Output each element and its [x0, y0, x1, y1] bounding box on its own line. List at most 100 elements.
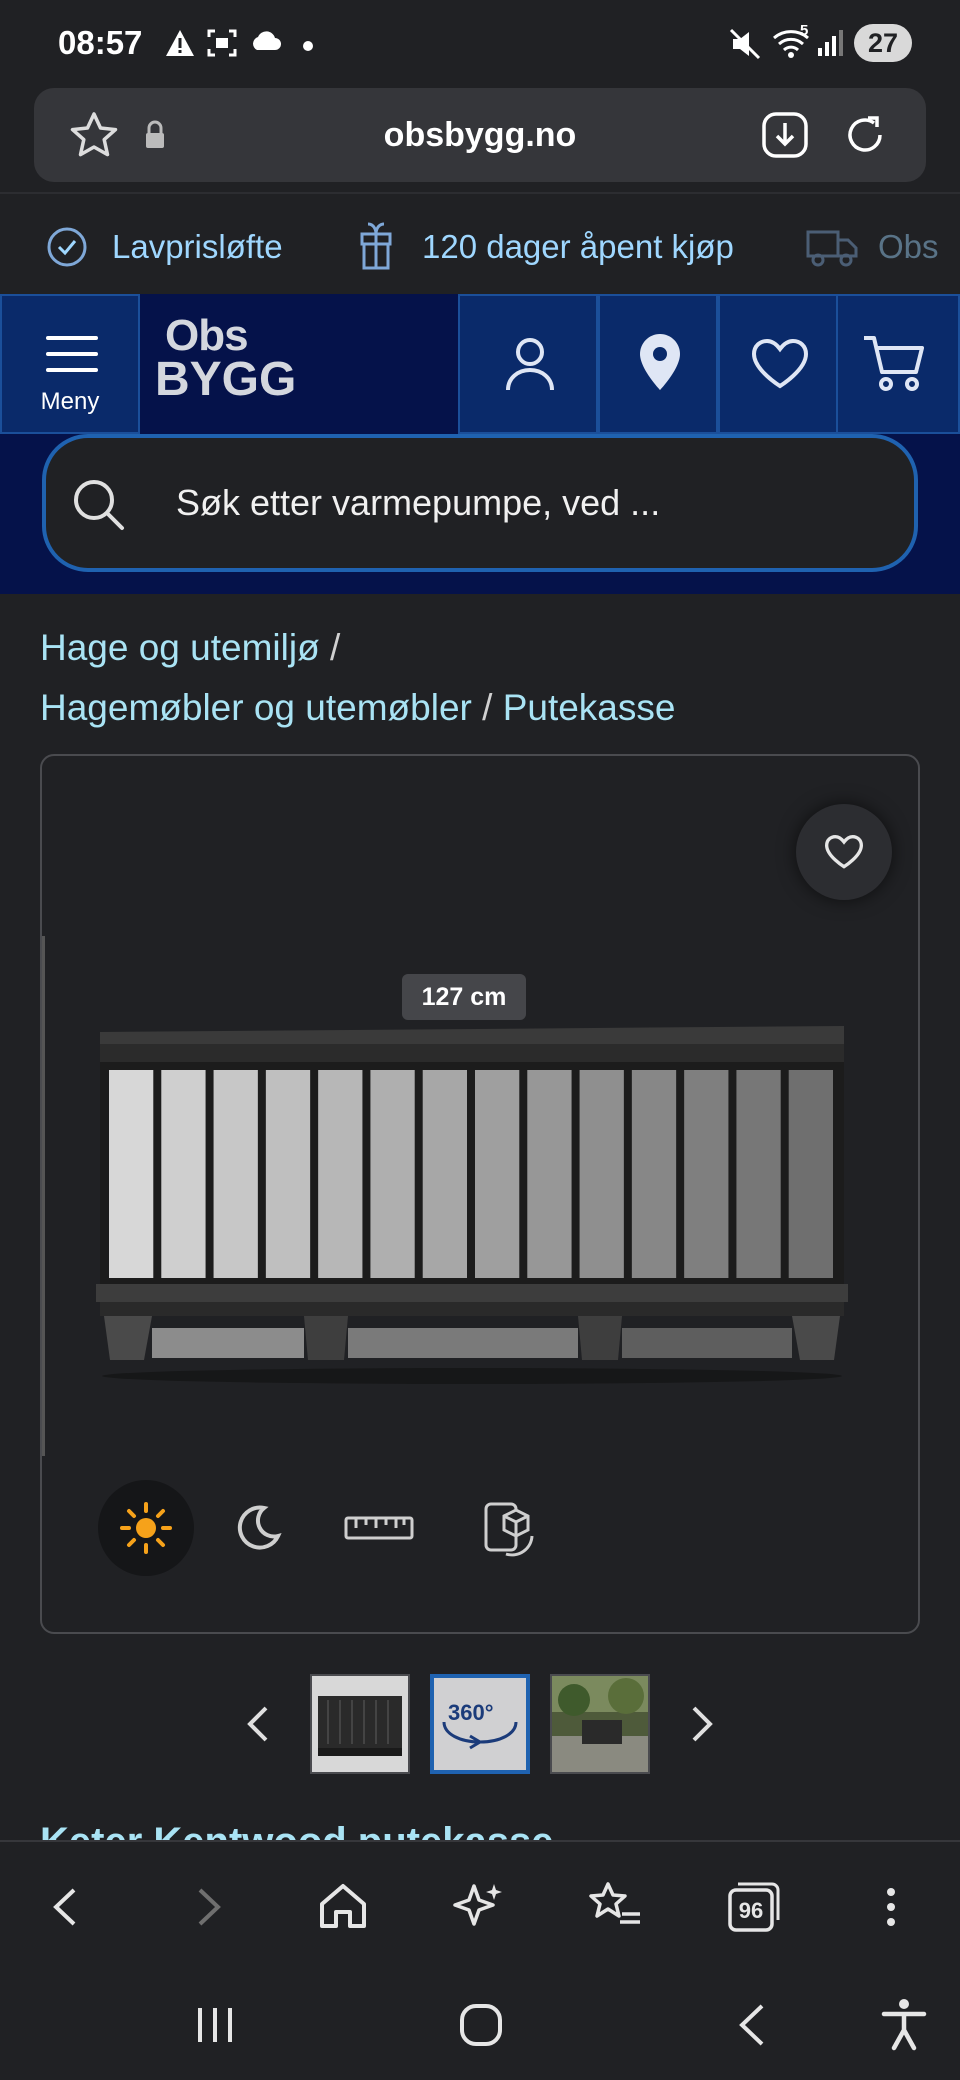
accessibility-icon[interactable] [876, 1996, 932, 2052]
search-input[interactable]: Søk etter varmepumpe, ved ... [42, 434, 918, 572]
chevron-left-icon[interactable] [244, 1704, 270, 1744]
product-360-viewer[interactable]: 127 cm [40, 754, 920, 1634]
menu-label: Meny [40, 388, 100, 415]
box-plank [422, 1070, 467, 1278]
location-pin-icon [638, 332, 682, 392]
sun-icon [120, 1502, 172, 1554]
usp-item-lavpris: Lavprisløfte [112, 228, 283, 265]
cart-button[interactable] [836, 294, 960, 434]
thumbnail-360-view[interactable]: 360° [430, 1674, 530, 1774]
light-mode-button[interactable] [98, 1480, 194, 1576]
box-plank [579, 1070, 624, 1278]
usp-strip: Lavprisløfte 120 dager åpent kjøp Obs [0, 192, 960, 292]
check-circle-icon [46, 226, 88, 268]
breadcrumb-separator: / [482, 687, 493, 728]
360-badge-label: 360° [448, 1700, 494, 1725]
measure-button[interactable] [332, 1480, 428, 1576]
cloud-icon [248, 28, 282, 54]
search-icon [70, 476, 126, 532]
ruler-icon [344, 1514, 414, 1542]
notification-dot-icon [302, 40, 314, 52]
box-plank [109, 1070, 154, 1278]
wifi-icon: 5 [772, 22, 812, 60]
back-arrow-icon [53, 1888, 76, 1926]
box-plank [736, 1070, 781, 1278]
home-icon [320, 1884, 366, 1928]
viewer-edge-indicator [42, 936, 45, 1456]
logo-line2: BYGG [155, 353, 297, 406]
reload-icon[interactable] [840, 110, 890, 160]
store-locator-button[interactable] [598, 294, 718, 434]
forward-arrow-icon [198, 1888, 221, 1926]
more-options-button[interactable] [856, 1872, 926, 1942]
back-nav-icon[interactable] [728, 2000, 778, 2050]
bookmarks-button[interactable] [580, 1872, 650, 1942]
home-nav-icon[interactable] [456, 2000, 506, 2050]
star-list-icon [589, 1882, 640, 1924]
chevron-right-icon[interactable] [690, 1704, 716, 1744]
search-placeholder: Søk etter varmepumpe, ved ... [176, 482, 661, 523]
download-icon[interactable] [760, 110, 810, 160]
box-plank [213, 1070, 258, 1278]
box-plank [631, 1070, 677, 1278]
dark-mode-button[interactable] [210, 1480, 306, 1576]
sparkle-icon [453, 1884, 502, 1926]
ai-assistant-button[interactable] [444, 1872, 514, 1942]
heart-icon [750, 338, 810, 390]
hamburger-icon [46, 334, 98, 374]
breadcrumb: Hage og utemiljø / Hagemøbler og utemøbl… [40, 618, 920, 738]
status-time: 08:57 [58, 24, 143, 61]
browser-toolbar: 96 [0, 1840, 960, 1970]
breadcrumb-item-hagemobler[interactable]: Hagemøbler og utemøbler [40, 687, 472, 728]
product-image-storage-box [92, 1014, 852, 1394]
box-plank [265, 1070, 311, 1278]
tabs-button[interactable]: 96 [718, 1872, 788, 1942]
screenshot-icon [206, 28, 238, 58]
signal-icon [816, 28, 846, 58]
kebab-menu-icon [887, 1888, 895, 1926]
address-bar[interactable]: obsbygg.no [34, 88, 926, 182]
user-icon [504, 336, 556, 392]
ar-view-button[interactable] [462, 1480, 558, 1576]
mute-icon [728, 28, 762, 60]
battery-indicator: 27 [854, 24, 912, 62]
site-header: Meny Obs BYGG [0, 294, 960, 434]
truck-icon [806, 224, 858, 268]
recent-apps-icon[interactable] [190, 2000, 240, 2050]
thumbnail-garden-photo[interactable] [550, 1674, 650, 1774]
usp-item-faded: Obs [878, 228, 939, 265]
box-plank [475, 1070, 520, 1278]
moon-icon [234, 1504, 282, 1552]
menu-button[interactable]: Meny [0, 294, 140, 434]
account-button[interactable] [458, 294, 598, 434]
logo-line1: Obs [165, 311, 249, 360]
warning-icon [164, 28, 196, 58]
box-plank [318, 1070, 363, 1278]
heart-icon [824, 834, 864, 870]
wifi-band-label: 5 [800, 22, 809, 39]
cart-icon [862, 334, 926, 394]
box-plank [161, 1070, 206, 1278]
ar-view-icon [480, 1498, 540, 1558]
thumbnail-carousel: 360° [0, 1660, 960, 1780]
box-plank [527, 1070, 572, 1278]
add-to-favorites-button[interactable] [796, 804, 892, 900]
box-plank [370, 1070, 415, 1278]
back-button[interactable] [32, 1872, 102, 1942]
search-section: Søk etter varmepumpe, ved ... [0, 434, 960, 594]
thumbnail-product-image[interactable] [310, 1674, 410, 1774]
favorites-button[interactable] [718, 294, 838, 434]
breadcrumb-separator: / [329, 627, 341, 668]
box-plank [684, 1070, 729, 1278]
tab-count: 96 [738, 1898, 764, 1923]
obs-bygg-logo[interactable]: Obs BYGG [155, 311, 297, 406]
breadcrumb-item-putekasse[interactable]: Putekasse [503, 687, 676, 728]
usp-item-apent-kjop: 120 dager åpent kjøp [422, 228, 734, 265]
home-button[interactable] [308, 1872, 378, 1942]
status-bar: 08:57 5 27 [0, 0, 960, 88]
system-navigation-bar [0, 1970, 960, 2080]
breadcrumb-item-hage[interactable]: Hage og utemiljø [40, 627, 320, 668]
forward-button[interactable] [172, 1872, 242, 1942]
box-plank [788, 1070, 833, 1278]
gift-icon [356, 220, 396, 272]
